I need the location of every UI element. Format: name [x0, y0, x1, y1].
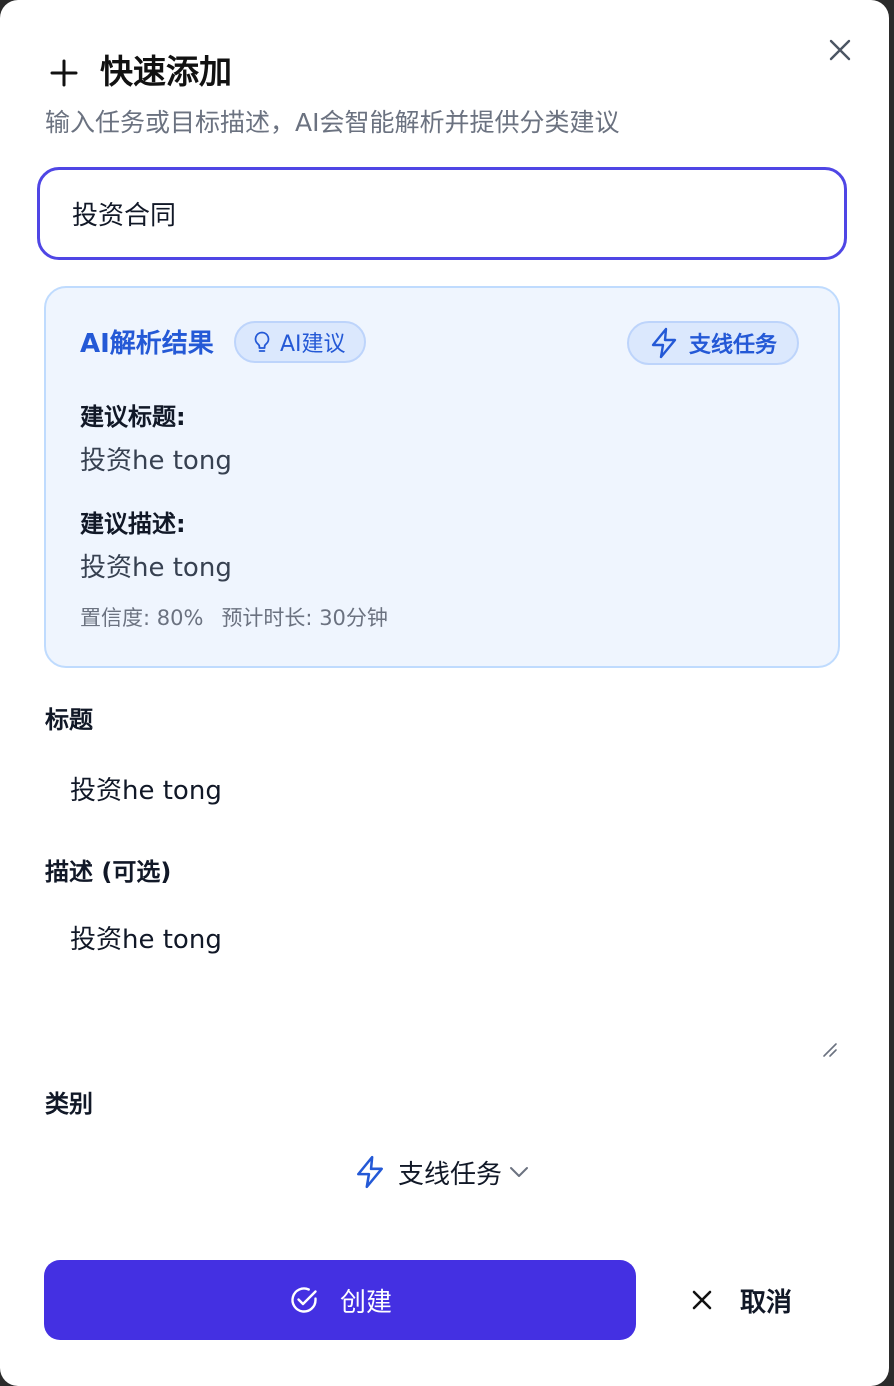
- category-badge: 支线任务: [627, 321, 800, 365]
- title-field-label: 标题: [45, 706, 93, 734]
- lightning-icon: [357, 1155, 383, 1189]
- lightbulb-icon: [254, 331, 270, 352]
- suggested-title-value: 投资he tong: [80, 446, 232, 476]
- ai-meta: 置信度: 80% 预计时长: 30分钟: [80, 603, 388, 633]
- dialog-subtitle: 输入任务或目标描述，AI会智能解析并提供分类建议: [45, 108, 620, 137]
- category-select-value: 支线任务: [397, 1159, 502, 1190]
- ai-suggestion-badge: AI建议: [234, 321, 366, 363]
- quick-add-dialog: 快速添加 输入任务或目标描述，AI会智能解析并提供分类建议 AI解析结果 AI建…: [0, 0, 889, 1386]
- category-select[interactable]: 支线任务: [44, 1140, 840, 1204]
- desc-field-label: 描述 (可选): [45, 858, 172, 886]
- category-field-label: 类别: [45, 1090, 93, 1118]
- cancel-button-label: 取消: [740, 1287, 793, 1318]
- ai-result-heading: AI解析结果: [80, 329, 214, 359]
- ai-badge-label: AI建议: [280, 332, 346, 357]
- check-circle-icon: [291, 1287, 317, 1313]
- duration-text: 预计时长: 30分钟: [221, 606, 388, 630]
- description-textarea[interactable]: 投资he tong: [44, 905, 840, 1060]
- ai-result-card: AI解析结果 AI建议 支线任务 建议标题: 投资he tong 建议描述: 投…: [44, 286, 840, 668]
- x-icon: [692, 1290, 712, 1310]
- suggested-desc-label: 建议描述:: [80, 510, 186, 538]
- close-icon[interactable]: [826, 36, 854, 64]
- lightning-icon: [651, 327, 677, 359]
- confidence-text: 置信度: 80%: [80, 606, 204, 630]
- category-badge-label: 支线任务: [689, 333, 778, 358]
- create-button-label: 创建: [339, 1287, 392, 1318]
- chevron-down-icon: [510, 1167, 528, 1177]
- quick-add-input[interactable]: [37, 167, 847, 260]
- suggested-desc-value: 投资he tong: [80, 553, 232, 583]
- create-button[interactable]: 创建: [44, 1260, 636, 1340]
- plus-icon: [50, 59, 78, 87]
- dialog-title: 快速添加: [100, 52, 232, 91]
- cancel-button[interactable]: 取消: [668, 1260, 828, 1340]
- suggested-title-label: 建议标题:: [80, 403, 186, 431]
- resize-handle-icon[interactable]: [820, 1040, 838, 1058]
- title-input[interactable]: [44, 755, 840, 821]
